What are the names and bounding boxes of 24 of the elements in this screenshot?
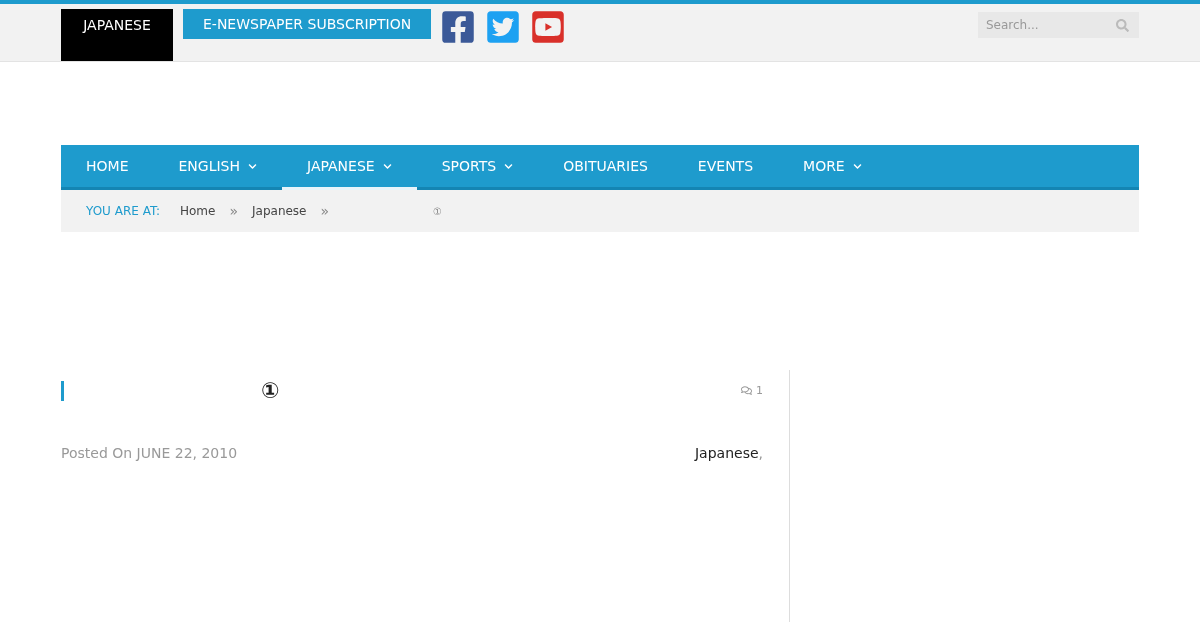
nav-item[interactable]: EVENTS (672, 145, 779, 187)
breadcrumb-label: YOU ARE AT: (86, 204, 160, 218)
comments-link[interactable]: 1 (741, 384, 763, 397)
breadcrumb-separator: » (320, 203, 330, 219)
category-separator: , (758, 445, 763, 461)
twitter-icon[interactable] (485, 9, 522, 45)
nav-item[interactable]: SPORTS (416, 145, 539, 187)
search-field[interactable]: Search... (978, 12, 1139, 38)
category-link[interactable]: Japanese (694, 445, 759, 461)
nav-item[interactable]: HOME (61, 145, 154, 187)
facebook-icon[interactable] (440, 9, 477, 45)
nav-item[interactable]: ENGLISH (153, 145, 282, 187)
comments-icon (741, 385, 752, 396)
nav-item[interactable]: MORE (778, 145, 887, 187)
breadcrumb-link[interactable]: Home (180, 204, 216, 218)
breadcrumb-current: ① (433, 205, 443, 217)
breadcrumb-link[interactable]: Japanese (252, 204, 307, 218)
posted-on-label: Posted On JUNE 22, 2010 (61, 445, 238, 461)
subscription-button[interactable]: E-NEWSPAPER SUBSCRIPTION (183, 9, 432, 39)
language-label: JAPANESE (61, 9, 173, 61)
breadcrumb-separator: » (229, 203, 238, 219)
nav-item[interactable]: OBITUARIES (538, 145, 673, 187)
post-title: ① (261, 378, 280, 403)
youtube-icon[interactable] (530, 9, 567, 45)
